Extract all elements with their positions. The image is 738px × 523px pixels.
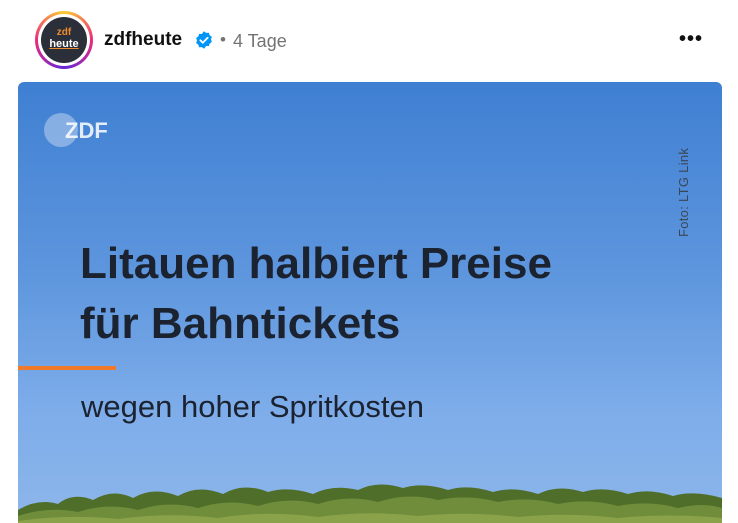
meta-separator: •	[220, 30, 226, 49]
subheadline: wegen hoher Spritkosten	[81, 389, 424, 424]
more-options-icon[interactable]: •••	[676, 26, 706, 54]
username-link[interactable]: zdfheute	[104, 29, 182, 51]
verified-badge-icon	[196, 31, 212, 49]
post-image[interactable]: ZDF Foto: LTG Link Litauen halbiert Prei…	[18, 82, 722, 523]
photo-credit: Foto: LTG Link	[676, 147, 691, 237]
headline-line-1: Litauen halbiert Preise	[80, 239, 552, 288]
post-header: zdf heute zdfheute • 4 Tage •••	[0, 0, 738, 80]
post-timestamp[interactable]: 4 Tage	[233, 30, 287, 52]
zdf-logo: ZDF	[44, 113, 108, 147]
instagram-post: zdf heute zdfheute • 4 Tage ••• ZDF Foto…	[0, 0, 738, 523]
avatar[interactable]: zdf heute	[35, 11, 93, 69]
avatar-frame: zdf heute	[38, 14, 90, 66]
accent-divider	[18, 366, 116, 370]
zdf-logo-text: ZDF	[65, 118, 108, 143]
headline-line-2: für Bahntickets	[80, 299, 401, 348]
avatar-logo-line1: zdf	[56, 27, 72, 38]
avatar-logo-line2: heute	[49, 38, 79, 50]
avatar-logo: zdf heute	[41, 17, 87, 63]
treeline	[18, 484, 722, 523]
headline: Litauen halbiert Preise für Bahntickets	[80, 234, 670, 354]
